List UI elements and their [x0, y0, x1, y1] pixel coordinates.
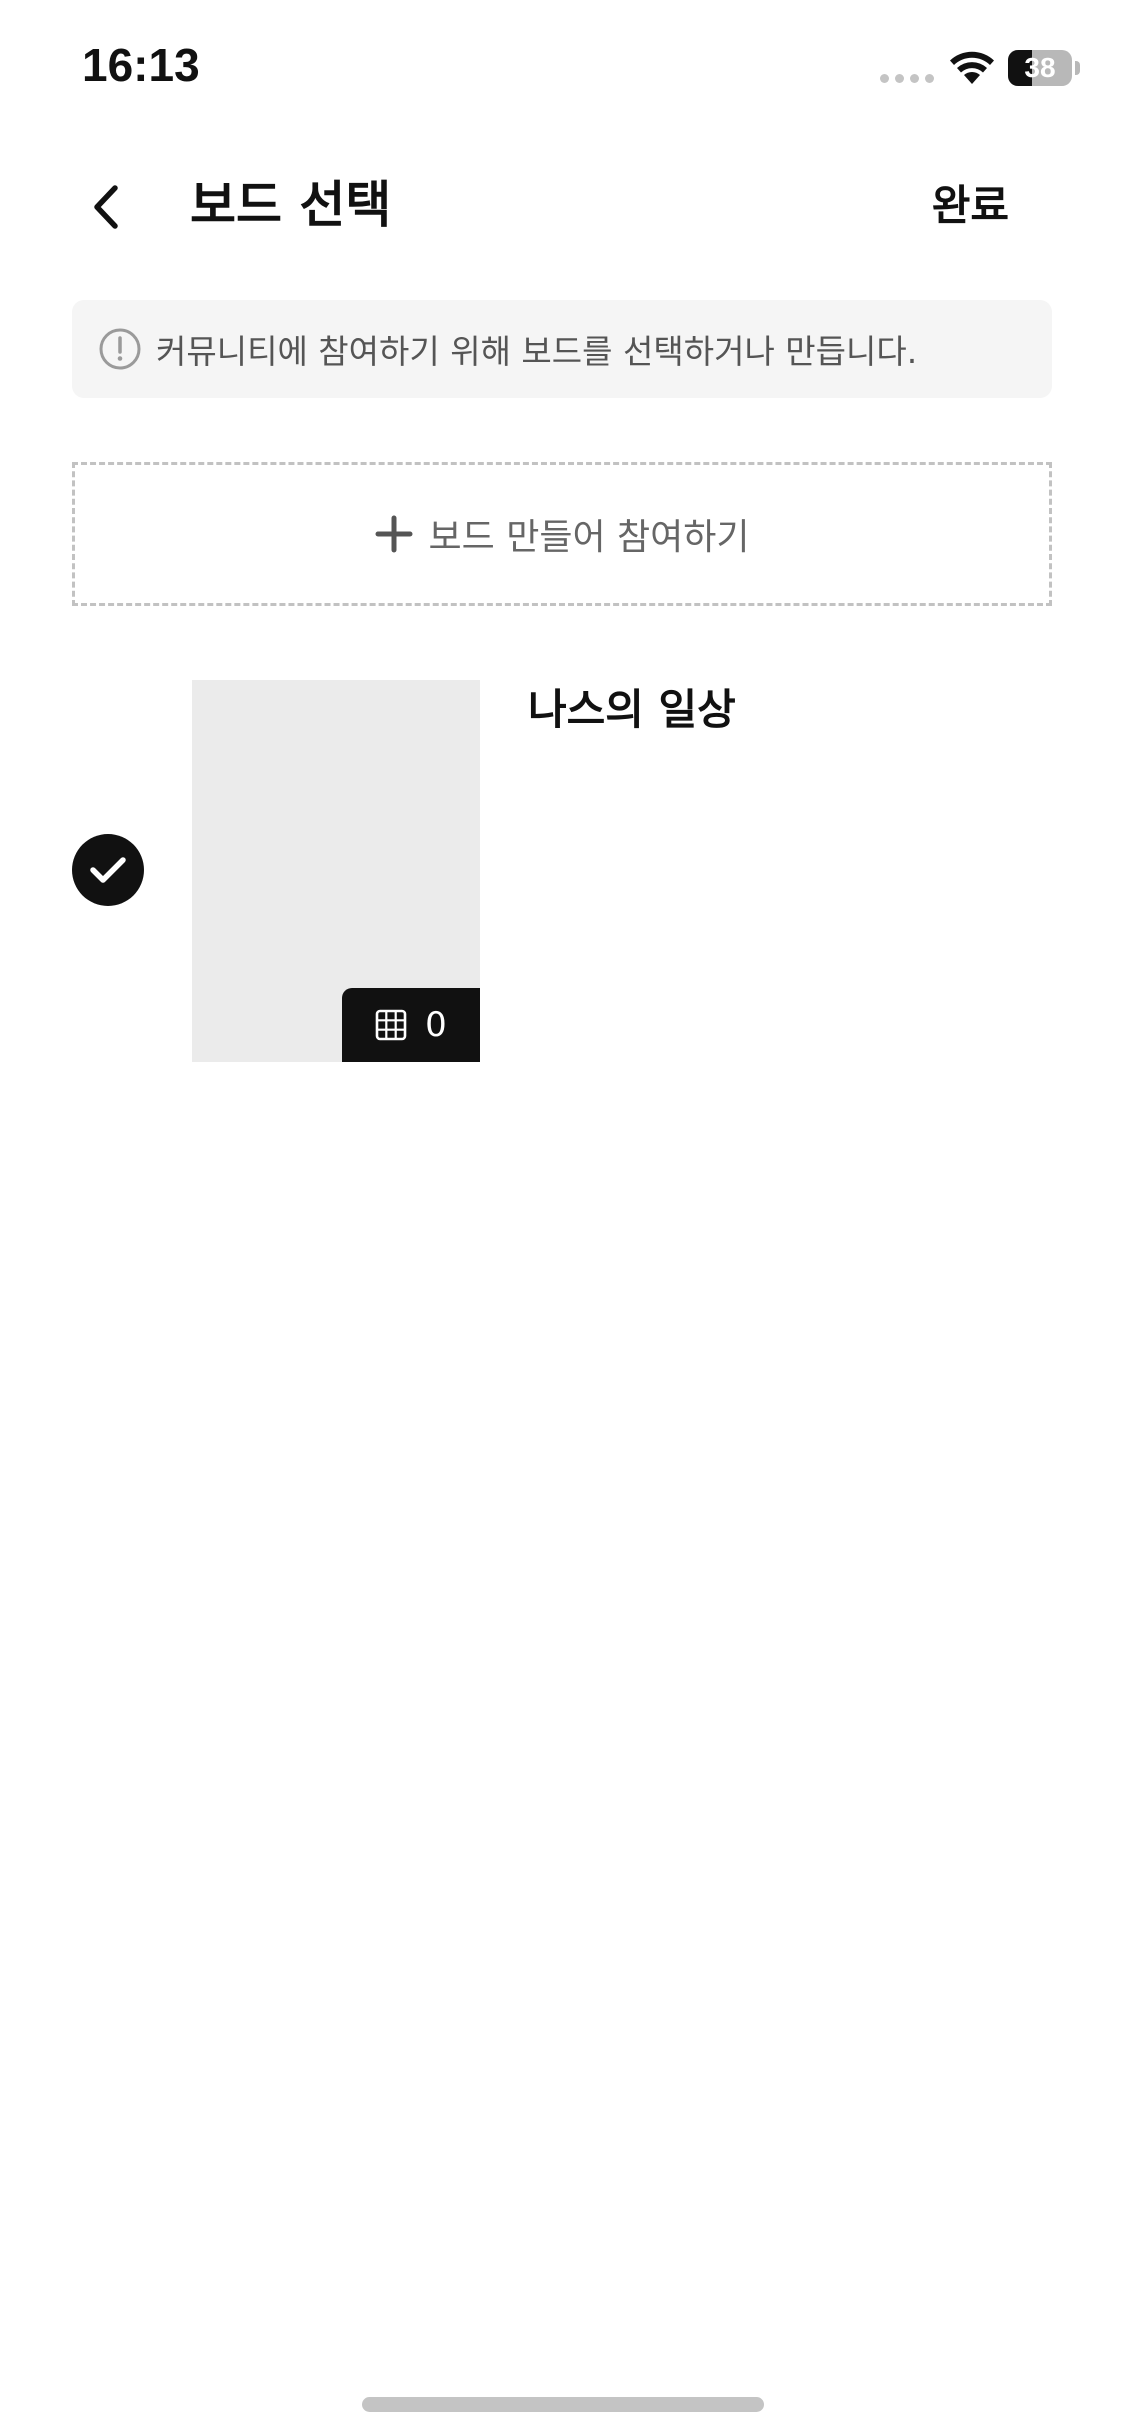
- back-button[interactable]: [72, 172, 142, 242]
- page-title: 보드 선택: [190, 176, 392, 234]
- done-button[interactable]: 완료: [932, 176, 1009, 236]
- grid-icon: [375, 1009, 407, 1041]
- board-name: 나스의 일상: [528, 685, 736, 734]
- cellular-signal-icon: [880, 74, 934, 83]
- home-indicator[interactable]: [362, 2397, 764, 2412]
- battery-cap: [1075, 61, 1080, 75]
- status-bar: 16:13 38: [0, 0, 1125, 140]
- info-banner: 커뮤니티에 참여하기 위해 보드를 선택하거나 만듭니다.: [72, 300, 1052, 398]
- board-thumbnail[interactable]: 0: [192, 680, 480, 1062]
- wifi-icon: [950, 51, 994, 84]
- board-list-item[interactable]: 0 나스의 일상: [72, 680, 1052, 1062]
- selected-check-button[interactable]: [72, 834, 144, 906]
- info-text: 커뮤니티에 참여하기 위해 보드를 선택하거나 만듭니다.: [156, 332, 918, 371]
- check-icon: [90, 857, 126, 883]
- create-board-button[interactable]: 보드 만들어 참여하기: [72, 462, 1052, 606]
- create-board-label: 보드 만들어 참여하기: [428, 517, 750, 558]
- exclamation-circle-icon: [98, 327, 142, 371]
- battery-icon: 38: [1008, 50, 1072, 86]
- header: 보드 선택 완료: [0, 150, 1125, 260]
- plus-icon: [375, 515, 413, 553]
- item-count: 0: [425, 1005, 447, 1045]
- chevron-left-icon: [94, 185, 118, 229]
- item-count-badge: 0: [342, 988, 480, 1062]
- status-time: 16:13: [82, 39, 200, 91]
- battery-level: 38: [1024, 52, 1056, 83]
